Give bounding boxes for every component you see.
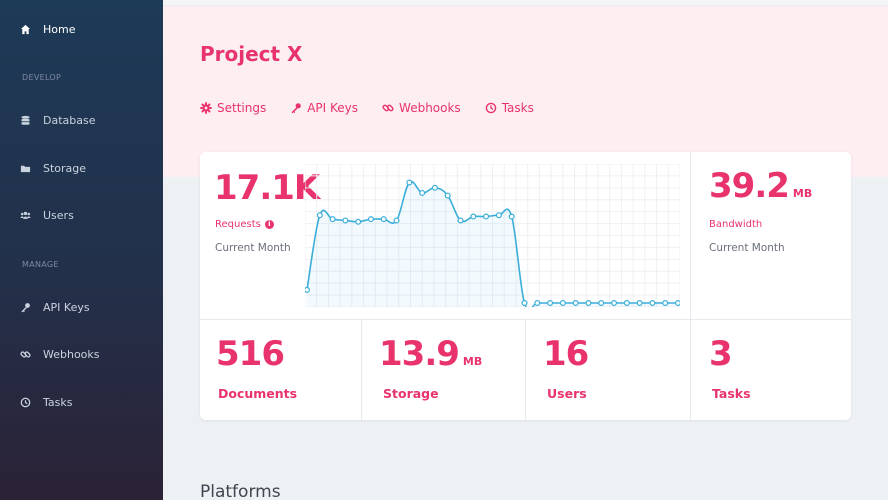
storage-label: Storage [383, 386, 439, 401]
clock-icon [20, 397, 31, 408]
sidebar-item-label: Storage [43, 161, 87, 175]
info-icon[interactable]: i [264, 219, 274, 229]
platforms-heading: Platforms [200, 482, 281, 500]
sidebar-item-users[interactable]: Users [0, 200, 163, 230]
tab-api-keys[interactable]: API Keys [290, 101, 358, 115]
requests-period: Current Month [215, 242, 291, 254]
requests-label-row: Requests i [215, 219, 274, 230]
sidebar-item-label: API Keys [43, 300, 90, 314]
sidebar: Home DEVELOP Database Storage Users MANA… [0, 0, 163, 500]
users-value: 16 [543, 334, 589, 374]
gear-icon [200, 102, 212, 114]
bandwidth-value: 39.2 [709, 166, 790, 206]
sidebar-item-tasks[interactable]: Tasks [0, 387, 163, 417]
chart-point [675, 300, 680, 306]
chart-point [393, 217, 400, 224]
documents-value: 516 [216, 334, 285, 374]
tab-settings[interactable]: Settings [200, 101, 266, 115]
chart-point [662, 300, 669, 307]
tab-label: API Keys [307, 101, 359, 115]
tasks-label: Tasks [712, 386, 751, 401]
tab-label: Webhooks [399, 101, 461, 115]
chart-point [649, 300, 656, 307]
database-icon [20, 115, 31, 126]
tasks-value: 3 [709, 334, 733, 374]
usage-card: 17.1K Requests i Current Month 39.2 MB Ban… [200, 152, 851, 420]
chart-point [406, 179, 413, 186]
bandwidth-unit: MB [792, 187, 813, 200]
chart-point [483, 213, 490, 220]
chart-point [598, 300, 605, 307]
tab-label: Settings [217, 101, 267, 115]
project-tabs: Settings API Keys Webhooks Tasks [200, 101, 558, 115]
chart-point [572, 300, 579, 307]
chart-point [521, 300, 528, 307]
chart-point [585, 300, 592, 307]
link-icon [382, 102, 394, 114]
main-content: Project X Settings API Keys Webhooks Tas… [163, 0, 888, 500]
requests-label: Requests [215, 219, 261, 230]
key-icon [20, 302, 31, 313]
sidebar-item-database[interactable]: Database [0, 105, 163, 135]
sidebar-item-label: Database [43, 113, 96, 127]
chart-point [636, 300, 643, 307]
storage-unit: MB [462, 355, 483, 368]
home-icon [20, 24, 31, 35]
sidebar-item-label: Tasks [43, 395, 73, 409]
divider [690, 152, 691, 319]
sidebar-item-api-keys[interactable]: API Keys [0, 292, 163, 322]
requests-chart [305, 164, 680, 307]
bandwidth-label: Bandwidth [709, 219, 763, 230]
chart-point [316, 212, 323, 219]
chart-point [419, 189, 426, 196]
chart-point [559, 300, 566, 307]
bandwidth-value-row: 39.2 MB [709, 166, 812, 206]
link-icon [20, 349, 31, 360]
page-title: Project X [200, 42, 303, 66]
sidebar-item-home[interactable]: Home [0, 14, 163, 44]
sidebar-item-label: Users [43, 208, 74, 222]
chart-point [305, 286, 310, 293]
chart-point [547, 300, 554, 307]
tab-label: Tasks [501, 101, 534, 115]
clock-icon [485, 102, 497, 114]
chart-point [495, 212, 502, 219]
key-icon [290, 102, 302, 114]
chart-point [342, 217, 349, 224]
requests-value: 17.1K [214, 168, 320, 208]
storage-value-row: 13.9 MB [379, 334, 482, 374]
chart-point [355, 218, 362, 225]
chart-point [431, 184, 438, 191]
sidebar-item-storage[interactable]: Storage [0, 153, 163, 183]
users-label: Users [547, 386, 587, 401]
chart-point [623, 300, 630, 307]
tab-webhooks[interactable]: Webhooks [382, 101, 461, 115]
users-icon [20, 210, 31, 221]
chart-point [380, 216, 387, 223]
folder-icon [20, 163, 31, 174]
sidebar-section-manage: MANAGE [22, 260, 59, 269]
chart-point [444, 192, 451, 199]
chart-point [457, 217, 464, 224]
storage-value: 13.9 [379, 334, 460, 374]
chart-point [367, 216, 374, 223]
documents-label: Documents [218, 386, 298, 401]
chart-point [329, 216, 336, 223]
divider [525, 319, 526, 420]
bandwidth-period: Current Month [709, 242, 785, 254]
chart-point [611, 300, 618, 307]
chart-point [470, 213, 477, 220]
divider [361, 319, 362, 420]
sidebar-section-develop: DEVELOP [22, 73, 62, 82]
divider [690, 319, 691, 420]
sidebar-item-label: Home [43, 22, 76, 36]
sidebar-item-webhooks[interactable]: Webhooks [0, 339, 163, 369]
tab-tasks[interactable]: Tasks [485, 101, 534, 115]
chart-point [508, 213, 515, 220]
sidebar-item-label: Webhooks [43, 347, 100, 361]
chart-point [534, 300, 541, 307]
